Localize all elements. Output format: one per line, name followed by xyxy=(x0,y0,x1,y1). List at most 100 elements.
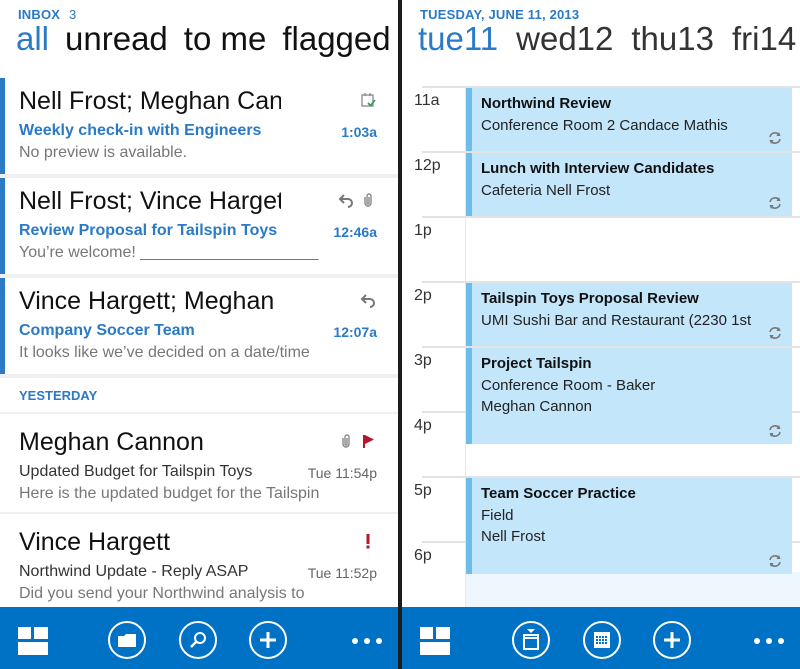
more-dot-icon xyxy=(364,638,370,644)
mail-subject: Weekly check-in with Engineers xyxy=(19,122,262,139)
recurring-icon xyxy=(769,197,781,209)
mail-item[interactable]: Vince Hargett; Meghan Cannon Company Soc… xyxy=(0,278,398,374)
mail-sender: Nell Frost; Vince Hargett xyxy=(19,187,281,215)
mail-status-icons xyxy=(360,92,376,108)
section-yesterday: YESTERDAY xyxy=(19,388,98,403)
flag-icon xyxy=(363,435,374,448)
list-divider xyxy=(0,374,398,378)
appointment-location: Cafeteria Nell Frost xyxy=(481,182,611,199)
more-dot-icon xyxy=(766,638,772,644)
appointment-title: Lunch with Interview Candidates xyxy=(481,160,715,177)
list-divider xyxy=(0,412,398,414)
today-button[interactable] xyxy=(512,621,550,659)
appointment-location: Conference Room - Baker xyxy=(481,377,656,394)
month-grid-icon xyxy=(594,632,610,648)
recurring-icon xyxy=(769,555,781,567)
month-view-button[interactable] xyxy=(583,621,621,659)
pivot-flagged[interactable]: flagged xyxy=(282,20,390,57)
folders-button[interactable] xyxy=(108,621,146,659)
hour-label: 6p xyxy=(414,547,432,564)
mail-time: Tue 11:52p xyxy=(307,565,377,581)
recurring-icon xyxy=(769,132,781,144)
appointment-location: Conference Room 2 Candace Mathis xyxy=(481,117,728,134)
tiles-view-button[interactable] xyxy=(420,627,450,655)
pivot-day-wed12[interactable]: wed12 xyxy=(516,20,613,57)
today-calendar-icon xyxy=(523,629,539,650)
mail-preview: You’re welcome! ____________________ xyxy=(19,244,319,261)
hour-label: 5p xyxy=(414,482,432,499)
search-icon xyxy=(190,632,206,648)
pivot-day-thu13[interactable]: thu13 xyxy=(631,20,714,57)
hour-row[interactable]: 1p xyxy=(402,216,800,281)
appointment[interactable]: Team Soccer Practice Field Nell Frost xyxy=(466,478,792,574)
pivot-day-fri14[interactable]: fri14 xyxy=(732,20,796,57)
appointment-organizer: Nell Frost xyxy=(481,528,546,545)
mail-preview: It looks like we’ve decided on a date/ti… xyxy=(19,344,310,361)
mail-time: 12:46a xyxy=(333,224,377,240)
appointment-organizer: Meghan Cannon xyxy=(481,398,592,415)
more-dot-icon xyxy=(778,638,784,644)
mail-subject: Updated Budget for Tailspin Toys xyxy=(19,463,253,480)
mail-subject: Review Proposal for Tailspin Toys xyxy=(19,222,278,239)
more-dot-icon xyxy=(376,638,382,644)
hour-label: 12p xyxy=(414,157,441,174)
mail-item[interactable]: Nell Frost; Meghan Cannon Weekly check-i… xyxy=(0,78,398,174)
mail-item[interactable]: Nell Frost; Vince Hargett Review Proposa… xyxy=(0,178,398,274)
hour-label: 4p xyxy=(414,417,432,434)
mail-status-icons xyxy=(338,433,376,449)
mail-pivots: all unread to me flagged xyxy=(16,20,398,58)
mail-sender: Vince Hargett; Meghan Cannon xyxy=(19,287,281,315)
replied-icon xyxy=(360,294,375,308)
appointment-title: Project Tailspin xyxy=(481,355,592,372)
attachment-icon xyxy=(342,434,350,448)
appointment-title: Northwind Review xyxy=(481,95,612,112)
appointment[interactable]: Northwind Review Conference Room 2 Canda… xyxy=(466,88,792,151)
appointment-location: Field xyxy=(481,507,514,524)
attachment-icon xyxy=(364,193,372,207)
mail-preview: Did you send your Northwind analysis to xyxy=(19,585,305,602)
tiles-view-button[interactable] xyxy=(18,627,48,655)
pivot-day-tue11[interactable]: tue11 xyxy=(418,20,498,57)
folder-icon xyxy=(118,634,136,647)
mail-sender: Meghan Cannon xyxy=(19,428,204,456)
mail-sender: Nell Frost; Meghan Cannon xyxy=(19,87,281,115)
mail-time: 1:03a xyxy=(341,124,377,140)
mail-sender: Vince Hargett xyxy=(19,528,171,556)
new-message-button[interactable] xyxy=(249,621,287,659)
mail-app-bar xyxy=(0,607,398,669)
replied-icon xyxy=(338,194,353,208)
mail-status-icons xyxy=(360,292,376,308)
mail-item[interactable]: Vince Hargett Northwind Update - Reply A… xyxy=(0,519,398,615)
new-appointment-button[interactable] xyxy=(653,621,691,659)
appointment-title: Tailspin Toys Proposal Review xyxy=(481,290,699,307)
mail-status-icons xyxy=(338,192,376,208)
list-divider xyxy=(0,512,398,514)
mail-subject: Northwind Update - Reply ASAP xyxy=(19,563,249,580)
more-button[interactable] xyxy=(754,638,784,644)
mail-status-icons xyxy=(360,533,376,549)
pivot-to-me[interactable]: to me xyxy=(184,20,267,57)
mail-preview: Here is the updated budget for the Tails… xyxy=(19,485,320,502)
hour-label: 1p xyxy=(414,222,432,239)
after-hours-shade xyxy=(466,572,800,607)
appointment[interactable]: Tailspin Toys Proposal Review UMI Sushi … xyxy=(466,283,792,346)
mail-preview: No preview is available. xyxy=(19,144,188,161)
search-button[interactable] xyxy=(179,621,217,659)
mail-subject: Company Soccer Team xyxy=(19,322,195,339)
high-importance-icon xyxy=(366,534,370,549)
plus-icon xyxy=(260,632,276,648)
calendar-app-bar xyxy=(402,607,800,669)
more-dot-icon xyxy=(352,638,358,644)
more-dot-icon xyxy=(754,638,760,644)
appointment-location: UMI Sushi Bar and Restaurant (2230 1st xyxy=(481,312,752,329)
pivot-all[interactable]: all xyxy=(16,20,49,57)
appointment[interactable]: Project Tailspin Conference Room - Baker… xyxy=(466,348,792,444)
day-pivots: tue11 wed12 thu13 fri14 xyxy=(418,20,800,58)
plus-icon xyxy=(664,632,680,648)
more-button[interactable] xyxy=(352,638,382,644)
pivot-unread[interactable]: unread xyxy=(65,20,168,57)
mail-time: Tue 11:54p xyxy=(307,465,377,481)
mail-item[interactable]: Meghan Cannon Updated Budget for Tailspi… xyxy=(0,419,398,515)
appointment[interactable]: Lunch with Interview Candidates Cafeteri… xyxy=(466,153,792,216)
mail-pane: INBOX 3 all unread to me flagged Nell Frost… xyxy=(0,0,398,669)
